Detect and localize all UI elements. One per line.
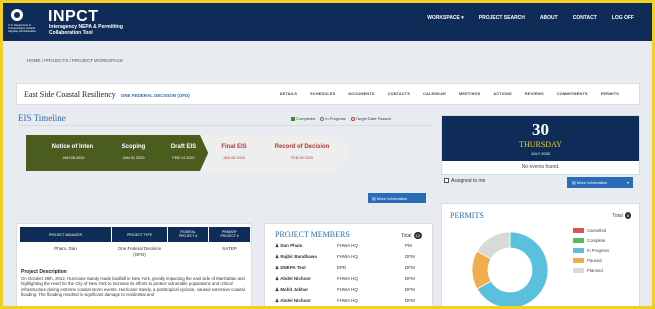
timeline-step-record-of-decision[interactable]: Record of Decision FEB 06 2020 [252, 135, 352, 171]
member-row[interactable]: ♟ DNEPA Test EPD DFM [275, 265, 425, 273]
completed-square-icon [291, 116, 295, 121]
legend-swatch [573, 228, 584, 234]
cell-project-type: One Federal Decision (OFD) [117, 246, 162, 257]
col-federal-project: FEDERAL PROJECT # [168, 227, 208, 242]
target-passed-circle-icon [350, 116, 355, 121]
app-frame: U.S. Department of Transportation Federa… [0, 0, 655, 309]
legend-target-passed: Target Date Passed [350, 116, 391, 121]
members-total: Total 12 [400, 232, 422, 239]
tab-actions[interactable]: ACTIONS [493, 92, 512, 96]
tab-details[interactable]: DETAILS [280, 92, 297, 96]
breadcrumb[interactable]: HOME / PROJECTS / PROJECT WORKSPACE [27, 58, 123, 63]
member-row[interactable]: ♟ Abdel Nichoor FHWA HQ DFM [275, 298, 425, 306]
more-information-dropdown[interactable]: ▤ More Information ▾ [567, 177, 633, 188]
calendar-date-header: 30 THURSDAY JULY 2020 [442, 116, 639, 161]
permits-legend: Cancelled Complete In Progress Paused Pl… [573, 228, 609, 278]
member-row[interactable]: ♟ Mohit Jakhar FHWA HQ DFM [275, 287, 425, 295]
tab-documents[interactable]: DOCUMENTS [348, 92, 374, 96]
app-subtitle: Interagency NEPA & Permitting Collaborat… [49, 24, 123, 36]
eis-legend: Completed In Progress Target Date Passed [291, 116, 391, 121]
project-name: East Side Coastal Resiliency [24, 90, 116, 99]
user-icon: ♟ [275, 243, 280, 248]
tab-meetings[interactable]: MEETINGS [459, 92, 480, 96]
project-tabs: DETAILS SCHEDULES DOCUMENTS CONTACTS CAL… [280, 92, 619, 96]
calendar-no-events: No events found. [521, 164, 560, 170]
agency-name: U.S. Department of Transportation Federa… [8, 24, 36, 33]
project-members-panel: PROJECT MEMBERS Total 12 ♟ Dan Pham FHWA H… [264, 223, 433, 306]
cell-primary-project: SATEP [222, 246, 237, 251]
user-icon: ♟ [275, 298, 280, 303]
legend-swatch [573, 268, 584, 274]
project-description-heading: Project Description [21, 269, 67, 275]
permits-title: PERMITS [450, 211, 484, 220]
legend-planned: Planned [573, 268, 609, 278]
tab-permits[interactable]: PERMITS [601, 92, 619, 96]
checkbox-icon[interactable] [444, 178, 449, 184]
top-navigation-bar: U.S. Department of Transportation Federa… [3, 3, 652, 41]
in-progress-circle-icon [320, 116, 325, 121]
more-information-button[interactable]: ▤ More Information [368, 193, 426, 203]
project-header: East Side Coastal Resiliency ONE FEDERAL… [16, 83, 640, 105]
eis-timeline-title: EIS Timeline [18, 113, 66, 123]
divider [18, 125, 433, 126]
member-row[interactable]: ♟ Rajbir Bandhawa FHWA HQ DFM [275, 254, 425, 262]
legend-swatch [573, 238, 584, 244]
dot-seal-logo [11, 9, 23, 21]
member-row[interactable]: ♟ Dan Pham FHWA HQ PM [275, 243, 425, 251]
permits-count-badge: 6 [624, 212, 631, 219]
cell-project-manager: Pham, Dan [54, 246, 77, 251]
project-details-panel: PROJECT MANAGER PROJECT TYPE FEDERAL PRO… [16, 223, 252, 306]
member-row[interactable]: ♟ Abdel Nichoor FHWA HQ DFM [275, 276, 425, 284]
main-nav: WORKSPACE ▾ PROJECT SEARCH ABOUT CONTACT… [427, 15, 634, 21]
legend-complete: Complete [573, 238, 609, 248]
col-project-manager: PROJECT MANAGER [20, 227, 111, 242]
permits-total: Total 6 [612, 212, 631, 219]
calendar-day: 30 [532, 120, 549, 139]
calendar-weekday: THURSDAY [519, 140, 562, 149]
legend-in-progress: In Progress [320, 116, 346, 121]
calendar-month: JULY 2020 [530, 151, 551, 156]
project-info-table: PROJECT MANAGER PROJECT TYPE FEDERAL PRO… [17, 224, 251, 264]
user-icon: ♟ [275, 276, 280, 281]
user-icon: ♟ [275, 254, 280, 259]
project-ofd-label: ONE FEDERAL DECISION (OFD) [120, 93, 190, 98]
eis-timeline-steps: Notice of Intent JAN 08 2020 Scoping JAN… [26, 135, 356, 171]
nav-about[interactable]: ABOUT [540, 15, 558, 21]
tab-reviews[interactable]: REVIEWS [525, 92, 544, 96]
col-project-type: PROJECT TYPE [112, 227, 167, 242]
legend-cancelled: Cancelled [573, 228, 609, 238]
tab-schedules[interactable]: SCHEDULES [310, 92, 335, 96]
tab-commitments[interactable]: COMMITMENTS [557, 92, 588, 96]
tab-contacts[interactable]: CONTACTS [388, 92, 410, 96]
legend-swatch [573, 248, 584, 254]
legend-in-progress: In Progress [573, 248, 609, 258]
permits-donut-chart [471, 231, 549, 306]
permits-panel: PERMITS Total 6 Cancelled Complete In Pro… [441, 203, 640, 306]
nav-project-search[interactable]: PROJECT SEARCH [479, 15, 525, 21]
user-icon: ♟ [275, 265, 280, 270]
calendar-widget: 30 THURSDAY JULY 2020 No events found. [441, 115, 640, 175]
nav-log-off[interactable]: LOG OFF [612, 15, 634, 21]
members-title: PROJECT MEMBERS [275, 230, 350, 239]
tab-calendar[interactable]: CALENDAR [423, 92, 446, 96]
legend-swatch [573, 258, 584, 264]
caret-down-icon: ▾ [626, 180, 629, 185]
project-title: East Side Coastal Resiliency ONE FEDERAL… [24, 90, 190, 99]
legend-completed: Completed [291, 116, 315, 121]
legend-paused: Paused [573, 258, 609, 268]
col-primary-project: PRIMARY PROJECT # [209, 227, 250, 242]
assigned-to-me-checkbox[interactable]: Assigned to me [444, 178, 485, 184]
user-icon: ♟ [275, 287, 280, 292]
members-count-badge: 12 [413, 232, 422, 239]
project-description-text: On October 29th, 2012, Hurricane Sandy m… [21, 276, 245, 298]
nav-contact[interactable]: CONTACT [573, 15, 597, 21]
nav-workspace[interactable]: WORKSPACE ▾ [427, 15, 464, 21]
